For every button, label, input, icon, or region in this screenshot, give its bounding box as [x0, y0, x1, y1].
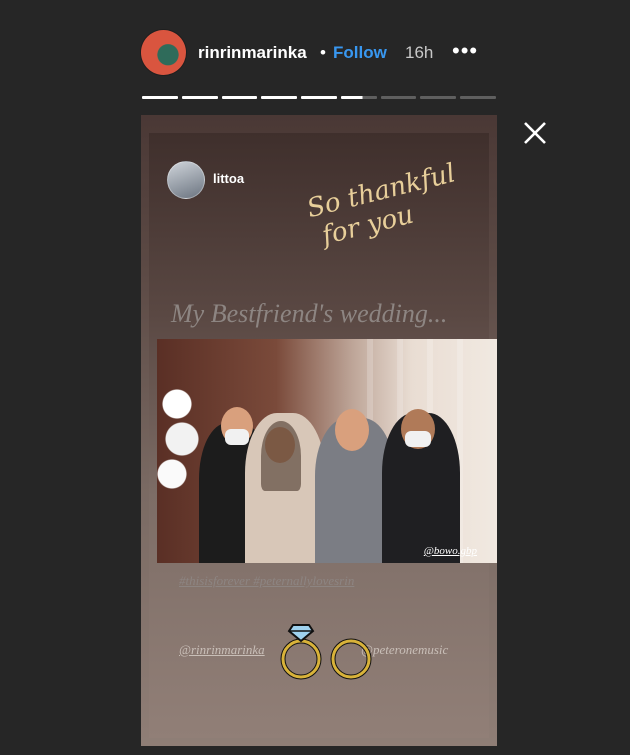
script-caption: So thankful for you — [304, 158, 466, 253]
close-icon[interactable] — [520, 118, 550, 148]
reposted-story-card: littoa So thankful for you My Bestfriend… — [149, 133, 497, 738]
reposted-username[interactable]: littoa — [213, 171, 244, 186]
face-mask — [225, 429, 249, 445]
progress-segment — [261, 96, 298, 99]
avatar[interactable] — [141, 30, 186, 75]
separator: • — [320, 43, 326, 62]
progress-segment — [142, 96, 178, 99]
username[interactable]: rinrinmarinka — [198, 43, 307, 63]
flowers-decoration — [157, 384, 201, 504]
wedding-photo: @bowo.gbp — [157, 339, 497, 563]
progress-segment — [181, 96, 218, 99]
story-content[interactable]: littoa So thankful for you My Bestfriend… — [141, 115, 497, 746]
mention-left[interactable]: @rinrinmarinka — [179, 642, 265, 657]
photo-credit[interactable]: @bowo.gbp — [424, 545, 477, 557]
reposted-user-avatar[interactable] — [167, 161, 205, 199]
story-header: rinrinmarinka • Follow 16h ••• — [0, 0, 630, 100]
progress-segment — [221, 96, 258, 99]
groom-head — [335, 409, 369, 451]
progress-segment — [340, 96, 377, 99]
progress-segment — [460, 96, 497, 99]
follow-button[interactable]: Follow — [333, 43, 387, 63]
timestamp: 16h — [405, 43, 434, 62]
face-mask-2 — [405, 431, 431, 447]
progress-segment — [420, 96, 457, 99]
headline: My Bestfriend's wedding... — [171, 299, 448, 328]
progress-segment — [301, 96, 337, 99]
more-icon[interactable]: ••• — [452, 38, 478, 64]
bride-hair — [261, 421, 301, 491]
hashtags[interactable]: #thisisforever #peternallylovesrin — [179, 573, 354, 589]
progress-segment — [380, 96, 417, 99]
wedding-rings-icon — [277, 615, 377, 685]
story-progress-bar — [142, 96, 497, 99]
